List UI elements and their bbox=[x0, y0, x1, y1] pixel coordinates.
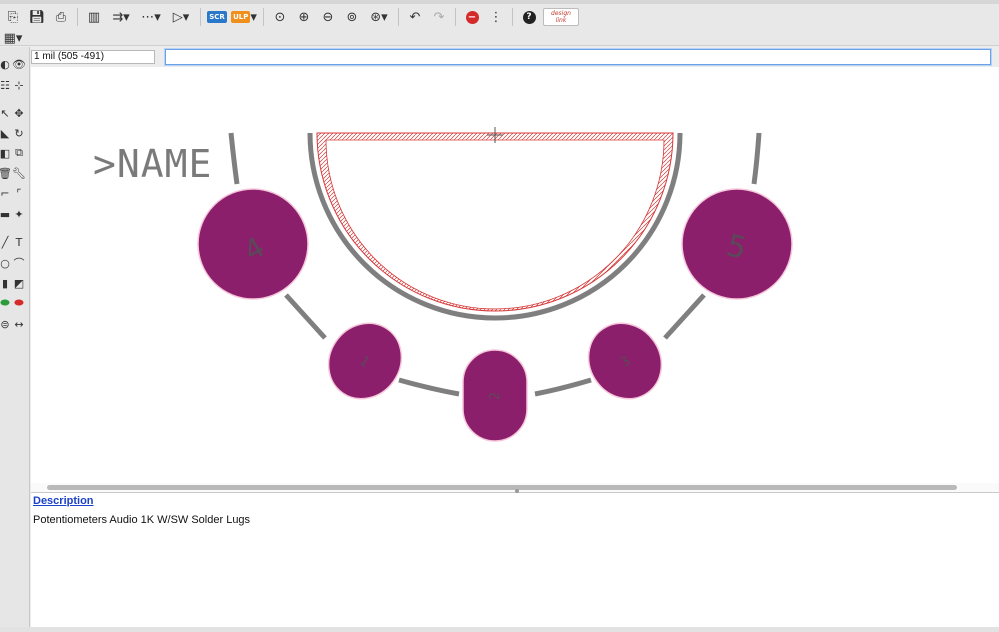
outline-left-arc bbox=[228, 132, 240, 185]
library-icon[interactable]: ▥ bbox=[83, 7, 105, 27]
ulp-button[interactable]: ULP ▾ bbox=[230, 7, 258, 27]
wire-icon[interactable]: ╱ bbox=[0, 235, 12, 249]
mark-icon[interactable]: ⊹ bbox=[12, 78, 26, 92]
command-input[interactable] bbox=[165, 49, 991, 65]
info-icon[interactable]: ◐ bbox=[0, 57, 12, 71]
save-icon[interactable]: 💾︎ bbox=[26, 7, 48, 27]
text-icon[interactable]: T bbox=[12, 235, 26, 249]
name-icon[interactable]: ▬ bbox=[0, 207, 12, 221]
toolbar-separator bbox=[398, 8, 399, 26]
scr-badge: SCR bbox=[207, 11, 227, 23]
change-icon[interactable]: 🔧︎ bbox=[12, 166, 26, 180]
description-link[interactable]: Description bbox=[33, 495, 94, 507]
main-toolbar: ⎘ 💾︎ ⎙ ▥ ⇉▾ ⋯▾ ▷▾ SCR ULP ▾ ⊙ ⊕ ⊖ ⊚ ⊛▾ ↶ … bbox=[0, 4, 999, 30]
shaft-inner-edge bbox=[325, 139, 665, 310]
description-pane: Description Potentiometers Audio 1K W/SW… bbox=[31, 493, 999, 627]
outline-segment bbox=[534, 377, 592, 397]
go-icon[interactable]: ⋮ bbox=[485, 7, 507, 27]
dimension-icon[interactable]: ↔ bbox=[12, 317, 26, 331]
scrollbar-thumb[interactable] bbox=[47, 485, 957, 490]
outline-segment bbox=[284, 293, 327, 340]
rectangle-icon[interactable]: ▮ bbox=[0, 276, 12, 290]
zoom-out-icon[interactable]: ⊖ bbox=[317, 7, 339, 27]
rotate-icon[interactable]: ↻ bbox=[12, 126, 26, 140]
designlink-logo: design link bbox=[543, 8, 579, 26]
hole-icon[interactable]: ⊜ bbox=[0, 317, 12, 331]
outline-segment bbox=[663, 293, 706, 340]
outline-segment bbox=[398, 377, 460, 397]
miter-icon[interactable]: ⌜ bbox=[12, 186, 26, 200]
delete-icon[interactable]: 🗑︎ bbox=[0, 166, 12, 180]
name-label: >NAME bbox=[93, 142, 212, 186]
script-button[interactable]: SCR bbox=[206, 7, 228, 27]
select-icon[interactable]: ↖ bbox=[0, 106, 12, 120]
footprint-drawing: >NAME 4 5 1 2 3 bbox=[93, 127, 793, 442]
symbol-dropdown-icon[interactable]: ▷▾ bbox=[167, 7, 195, 27]
help-button[interactable]: ? bbox=[518, 7, 540, 27]
logo-bottom-text: link bbox=[555, 17, 567, 24]
paste-icon[interactable]: ⧉ bbox=[12, 146, 26, 160]
designlink-button[interactable]: design link bbox=[542, 7, 580, 27]
pad-label: 2 bbox=[488, 392, 503, 400]
toolbar-separator bbox=[200, 8, 201, 26]
undo-icon[interactable]: ↶ bbox=[404, 7, 426, 27]
zoom-redraw-icon[interactable]: ⊚ bbox=[341, 7, 363, 27]
show-icon[interactable]: 👁︎ bbox=[12, 57, 26, 71]
pad-icon[interactable]: ⬬ bbox=[0, 296, 12, 310]
drawing-canvas[interactable]: >NAME 4 5 1 2 3 bbox=[31, 67, 999, 483]
parameter-toolbar: ▦▾ bbox=[0, 30, 999, 46]
split-icon[interactable]: ⌐ bbox=[0, 186, 12, 200]
arc-icon[interactable]: ⌒ bbox=[12, 256, 26, 270]
package-dropdown-icon[interactable]: ⇉▾ bbox=[107, 7, 135, 27]
help-icon: ? bbox=[522, 10, 536, 24]
status-bar bbox=[0, 627, 999, 632]
coordinate-display: 1 mil (505 -491) bbox=[31, 50, 155, 64]
smash-icon[interactable]: ✦ bbox=[12, 207, 26, 221]
ulp-badge: ULP bbox=[231, 11, 251, 23]
logo-top-text: design bbox=[551, 10, 571, 17]
toolbar-separator bbox=[512, 8, 513, 26]
circle-icon[interactable]: ○ bbox=[0, 256, 12, 270]
device-dropdown-icon[interactable]: ⋯▾ bbox=[137, 7, 165, 27]
stop-button[interactable]: − bbox=[461, 7, 483, 27]
move-icon[interactable]: ✥ bbox=[12, 106, 26, 120]
zoom-select-icon[interactable]: ⊛▾ bbox=[365, 7, 393, 27]
stop-icon: − bbox=[465, 10, 479, 24]
toolbar-separator bbox=[263, 8, 264, 26]
outline-right-arc bbox=[751, 132, 762, 185]
zoom-in-icon[interactable]: ⊕ bbox=[293, 7, 315, 27]
zoom-fit-icon[interactable]: ⊙ bbox=[269, 7, 291, 27]
open-icon[interactable]: ⎘ bbox=[2, 7, 24, 27]
tool-palette: ◐ 👁︎ ☷ ⊹ ↖ ✥ ◣ ↻ ◧ ⧉ 🗑︎ 🔧︎ ⌐ ⌜ ▬ ✦ ╱ T ○… bbox=[0, 47, 30, 627]
display-layers-icon[interactable]: ☷ bbox=[0, 78, 12, 92]
smd-icon[interactable]: ⬬ bbox=[12, 296, 26, 310]
polygon-icon[interactable]: ◩ bbox=[12, 276, 26, 290]
description-text: Potentiometers Audio 1K W/SW Solder Lugs bbox=[33, 514, 251, 526]
redo-icon[interactable]: ↷ bbox=[428, 7, 450, 27]
group-icon[interactable]: ◧ bbox=[0, 146, 12, 160]
copy-icon[interactable]: ◣ bbox=[0, 126, 12, 140]
grid-icon[interactable]: ▦▾ bbox=[2, 28, 24, 48]
print-icon[interactable]: ⎙ bbox=[50, 7, 72, 27]
toolbar-separator bbox=[455, 8, 456, 26]
toolbar-separator bbox=[77, 8, 78, 26]
coordinate-bar: 1 mil (505 -491) bbox=[31, 49, 999, 66]
